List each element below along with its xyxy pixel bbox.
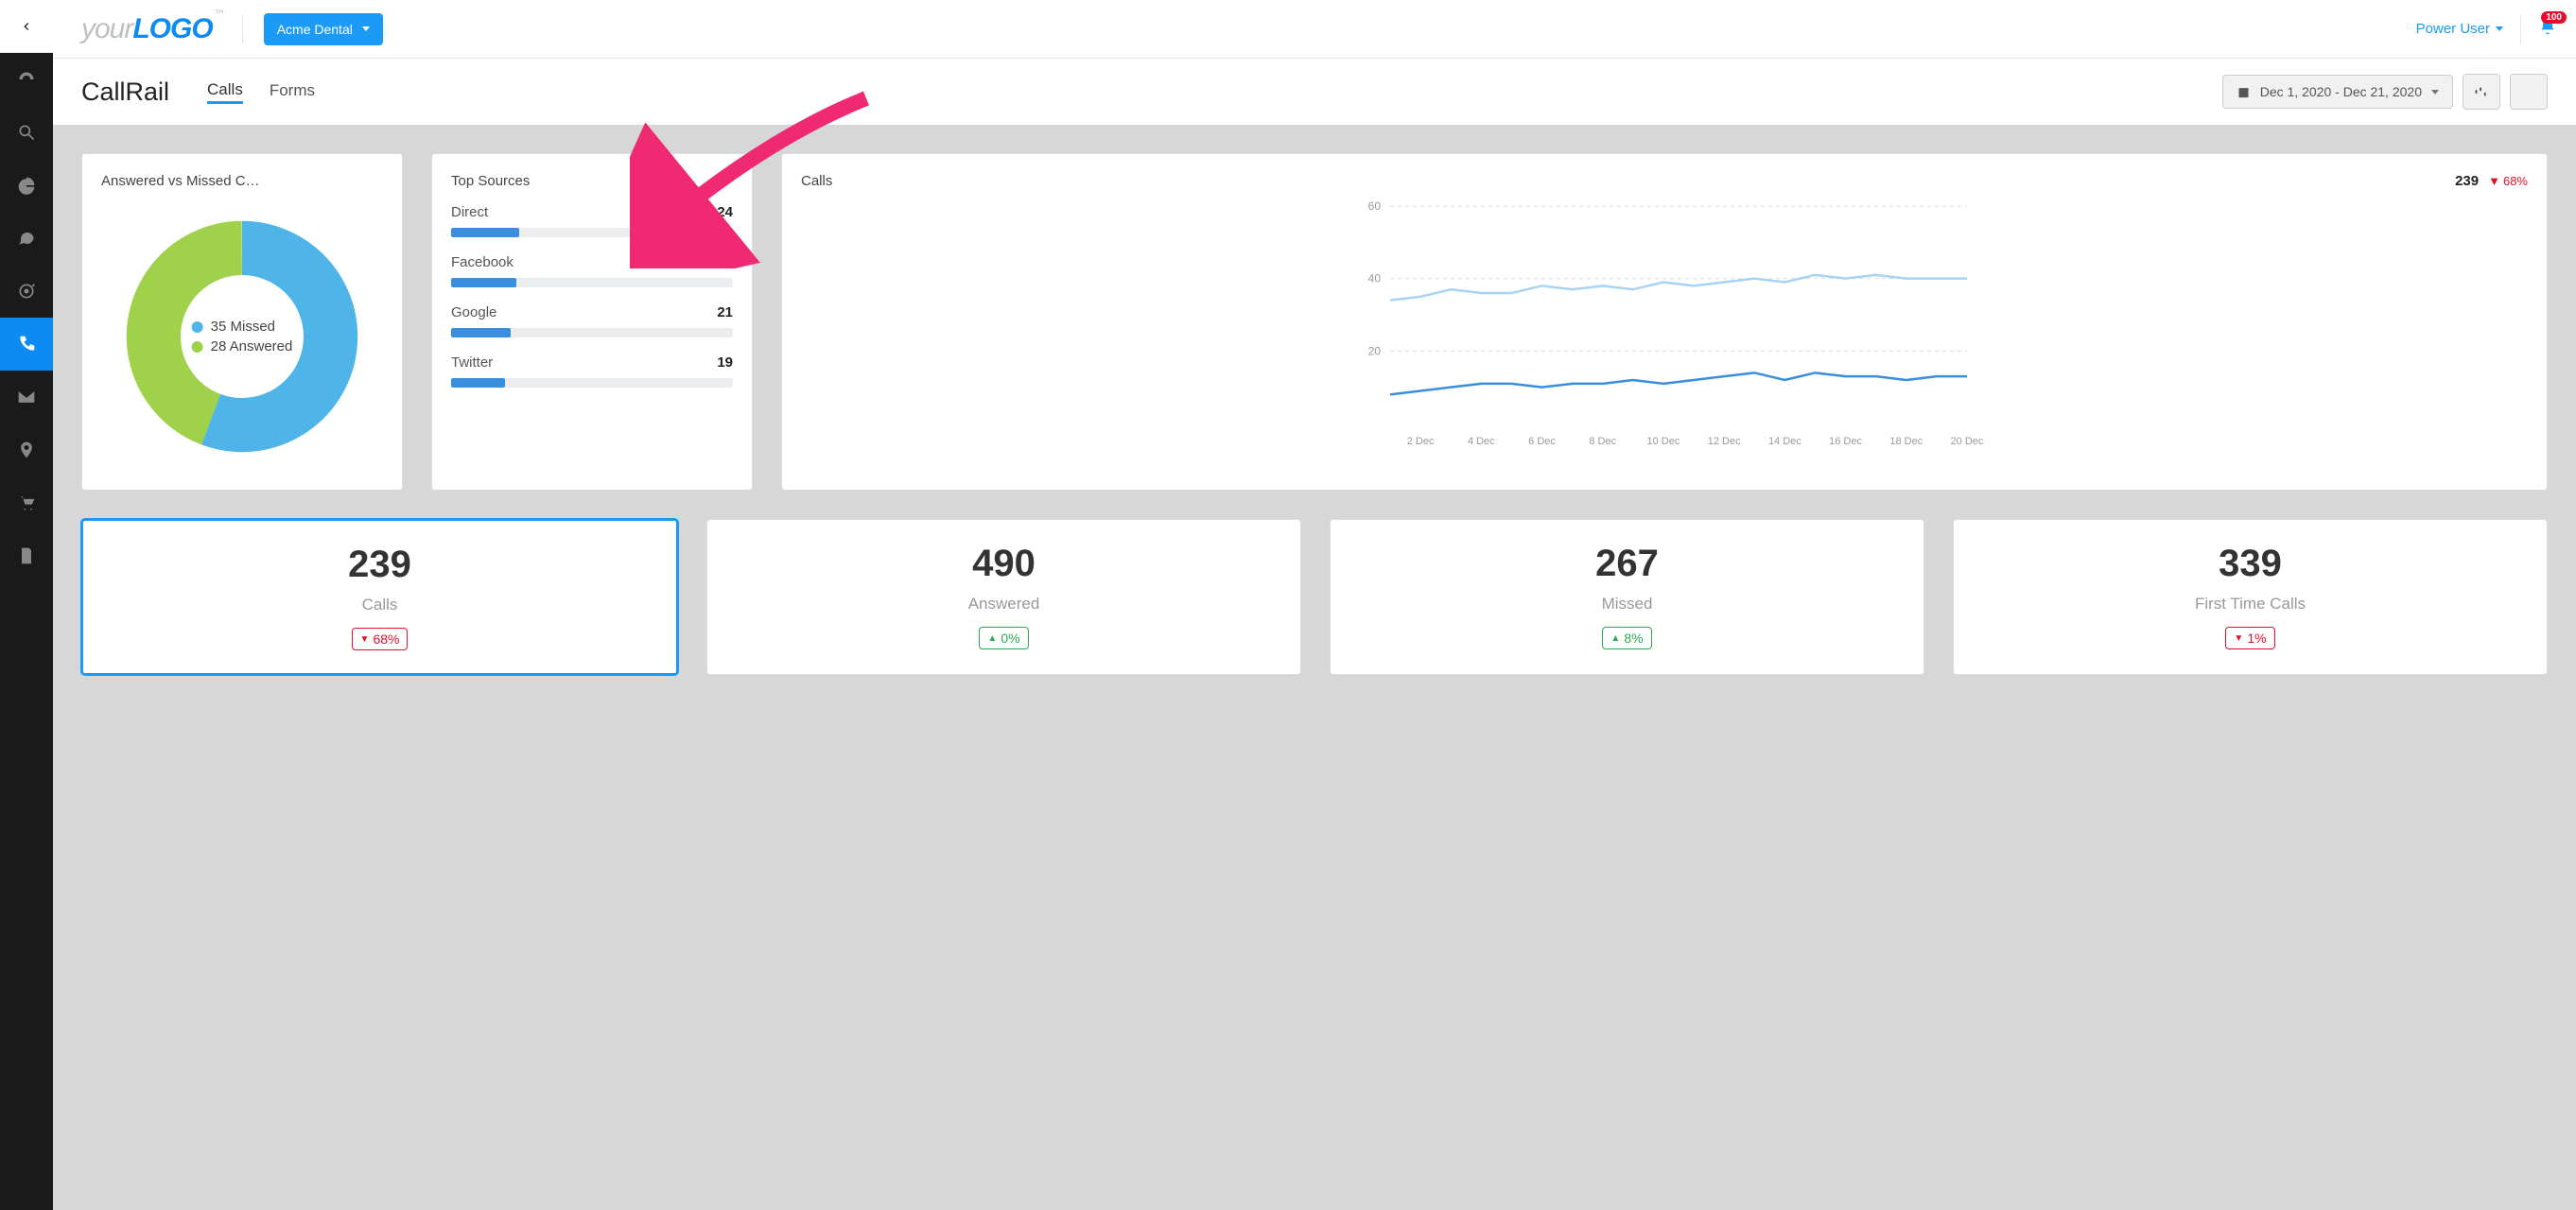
svg-text:20 Dec: 20 Dec [1951,436,1984,447]
date-range-picker[interactable]: Dec 1, 2020 - Dec 21, 2020 [2222,75,2453,109]
nav-reports[interactable] [0,159,53,212]
target-icon [17,282,36,301]
line-chart: 20 40 60 2 Dec 4 Dec 6 Dec 8 Dec 10 Dec 12 Dec 14… [801,197,2528,452]
nav-shop[interactable] [0,476,53,529]
cart-icon [17,493,36,512]
nav-goals[interactable] [0,265,53,318]
source-row: Direct 24 [451,204,733,237]
metric-value: 339 [1973,543,2528,585]
metric-card[interactable]: 267 Missed ▲8% [1330,519,1924,675]
chart-total: 239 [2455,173,2479,189]
metric-card[interactable]: 490 Answered ▲0% [706,519,1301,675]
client-select[interactable]: Acme Dental [264,13,383,45]
user-menu[interactable]: Power User [2416,21,2503,37]
nav-email[interactable] [0,371,53,424]
svg-text:20: 20 [1368,344,1382,357]
nav-dashboard[interactable] [0,53,53,106]
sidebar-collapse-button[interactable] [0,0,53,53]
source-value: 23 [717,254,733,270]
metric-label: Answered [726,595,1281,614]
nav-docs[interactable] [0,529,53,582]
calendar-icon [2237,85,2251,99]
nav-map[interactable] [0,424,53,476]
metric-value: 490 [726,543,1281,585]
metric-delta: ▲8% [1602,627,1651,649]
source-value: 21 [717,304,733,320]
source-name: Google [451,304,496,320]
svg-text:12 Dec: 12 Dec [1708,436,1741,447]
metric-value: 267 [1349,543,1905,585]
card-top-sources[interactable]: Top Sources Direct 24 Facebook 23 Google 21 Tw… [431,153,753,491]
svg-text:16 Dec: 16 Dec [1829,436,1862,447]
card-title: Answered vs Missed C… [101,173,383,189]
user-menu-label: Power User [2416,21,2490,37]
svg-text:14 Dec: 14 Dec [1768,436,1801,447]
gauge-icon [17,70,36,89]
svg-text:40: 40 [1368,272,1382,285]
chat-icon [17,229,36,248]
notifications-button[interactable]: 100 [2538,17,2557,41]
subheader: CallRail Calls Forms Dec 1, 2020 - Dec 2… [53,59,2576,125]
settings-button[interactable] [2463,74,2500,110]
tab-forms[interactable]: Forms [270,81,315,102]
card-title: Calls [801,173,832,189]
download-button[interactable] [2510,74,2548,110]
notifications-badge: 100 [2541,11,2567,24]
source-value: 19 [717,354,733,371]
search-icon [17,123,36,142]
left-nav [0,0,53,1210]
download-icon [2521,84,2536,99]
svg-text:10 Dec: 10 Dec [1647,436,1680,447]
metric-delta: ▲0% [979,627,1028,649]
metric-delta: ▼68% [352,628,409,650]
phone-icon [17,335,36,354]
card-answered-vs-missed[interactable]: Answered vs Missed C… 35 Missed 28 Answe… [81,153,403,491]
source-name: Facebook [451,254,513,270]
svg-text:60: 60 [1368,199,1382,213]
svg-text:2 Dec: 2 Dec [1407,436,1435,447]
card-title: Top Sources [451,173,733,189]
metric-label: Calls [102,596,657,614]
metric-label: Missed [1349,595,1905,614]
source-row: Twitter 19 [451,354,733,388]
metric-label: First Time Calls [1973,595,2528,614]
pie-icon [17,176,36,195]
logo: yourLOGO™ [81,13,221,45]
chart-delta: ▼68% [2488,174,2528,188]
source-name: Twitter [451,354,493,371]
metric-value: 239 [102,544,657,586]
nav-chat[interactable] [0,212,53,265]
source-row: Google 21 [451,304,733,337]
topbar: yourLOGO™ Acme Dental Power User 100 [53,0,2576,59]
card-calls-chart[interactable]: Calls 239 ▼68% 20 40 60 2 Dec 4 Dec 6 Dec 8 De… [781,153,2548,491]
nav-calls[interactable] [0,318,53,371]
sliders-icon [2474,84,2489,99]
metric-card[interactable]: 339 First Time Calls ▼1% [1953,519,2548,675]
svg-text:6 Dec: 6 Dec [1528,436,1556,447]
metric-card[interactable]: 239 Calls ▼68% [81,519,678,675]
client-select-label: Acme Dental [277,22,353,37]
donut-chart: 35 Missed 28 Answered [101,204,383,469]
page-title: CallRail [81,78,169,107]
source-row: Facebook 23 [451,254,733,287]
svg-text:18 Dec: 18 Dec [1889,436,1923,447]
metric-delta: ▼1% [2225,627,2274,649]
svg-text:8 Dec: 8 Dec [1589,436,1616,447]
content: Answered vs Missed C… 35 Missed 28 Answe… [53,125,2576,703]
chevron-left-icon [20,20,33,33]
pin-icon [17,441,36,459]
nav-search[interactable] [0,106,53,159]
date-range-text: Dec 1, 2020 - Dec 21, 2020 [2260,84,2422,99]
file-icon [17,546,36,565]
chevron-down-icon [2431,90,2439,95]
tab-calls[interactable]: Calls [207,80,243,104]
source-value: 24 [717,204,733,220]
envelope-icon [17,388,36,406]
source-name: Direct [451,204,488,220]
svg-text:4 Dec: 4 Dec [1468,436,1495,447]
